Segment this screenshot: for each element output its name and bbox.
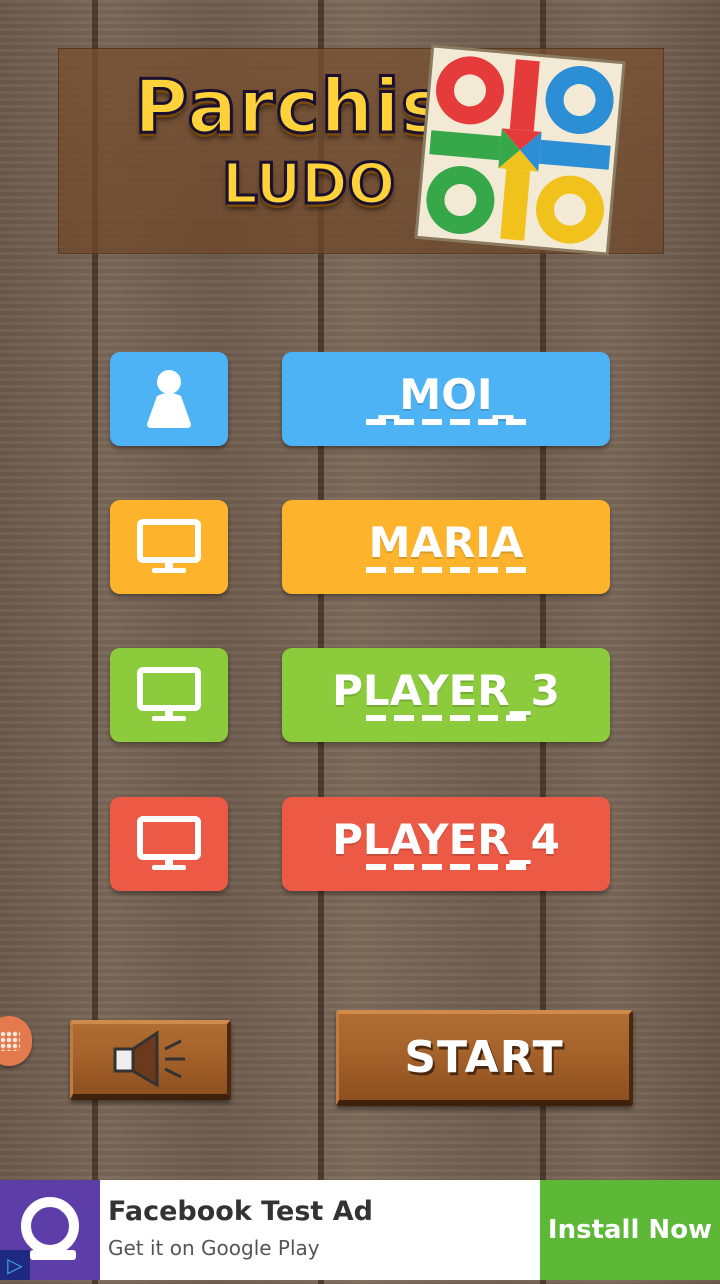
player-1-type-toggle[interactable] <box>110 352 228 446</box>
monitor-icon <box>137 519 201 573</box>
name-underline <box>366 419 526 425</box>
player-4-type-toggle[interactable] <box>110 797 228 891</box>
ad-title: Facebook Test Ad <box>108 1196 373 1227</box>
install-now-button[interactable]: Install Now <box>540 1180 720 1280</box>
ad-app-icon[interactable]: ▷ <box>0 1180 100 1280</box>
start-button[interactable]: START <box>336 1010 633 1106</box>
side-drawer-tab[interactable] <box>0 1016 32 1066</box>
sound-toggle-button[interactable] <box>70 1020 231 1100</box>
monitor-icon <box>137 667 201 721</box>
name-underline <box>366 864 526 870</box>
ludo-board-icon <box>414 44 626 256</box>
player-3-name-button[interactable]: PLAYER_3 <box>282 648 610 742</box>
player-1-name-button[interactable]: _MOI_ <box>282 352 610 446</box>
player-2-name: MARIA <box>368 518 524 567</box>
player-2-name-button[interactable]: MARIA <box>282 500 610 594</box>
player-2-type-toggle[interactable] <box>110 500 228 594</box>
player-3-name: PLAYER_3 <box>332 666 560 715</box>
player-4-name-button[interactable]: PLAYER_4 <box>282 797 610 891</box>
speaker-icon <box>113 1030 185 1088</box>
logo-subtitle: LUDO <box>220 151 396 219</box>
pawn-icon <box>147 370 191 428</box>
name-underline <box>366 715 526 721</box>
ad-subtitle: Get it on Google Play <box>108 1236 320 1260</box>
ad-choices-icon[interactable]: ▷ <box>0 1250 30 1280</box>
ad-banner[interactable]: ▷ Facebook Test Ad Get it on Google Play… <box>0 1180 720 1280</box>
logo-title: Parchis <box>133 63 447 152</box>
monitor-icon <box>137 816 201 870</box>
player-1-name: _MOI_ <box>378 370 514 419</box>
player-3-type-toggle[interactable] <box>110 648 228 742</box>
dots-icon <box>0 1031 20 1051</box>
player-4-name: PLAYER_4 <box>332 815 560 864</box>
start-label: START <box>404 1031 564 1083</box>
name-underline <box>366 567 526 573</box>
